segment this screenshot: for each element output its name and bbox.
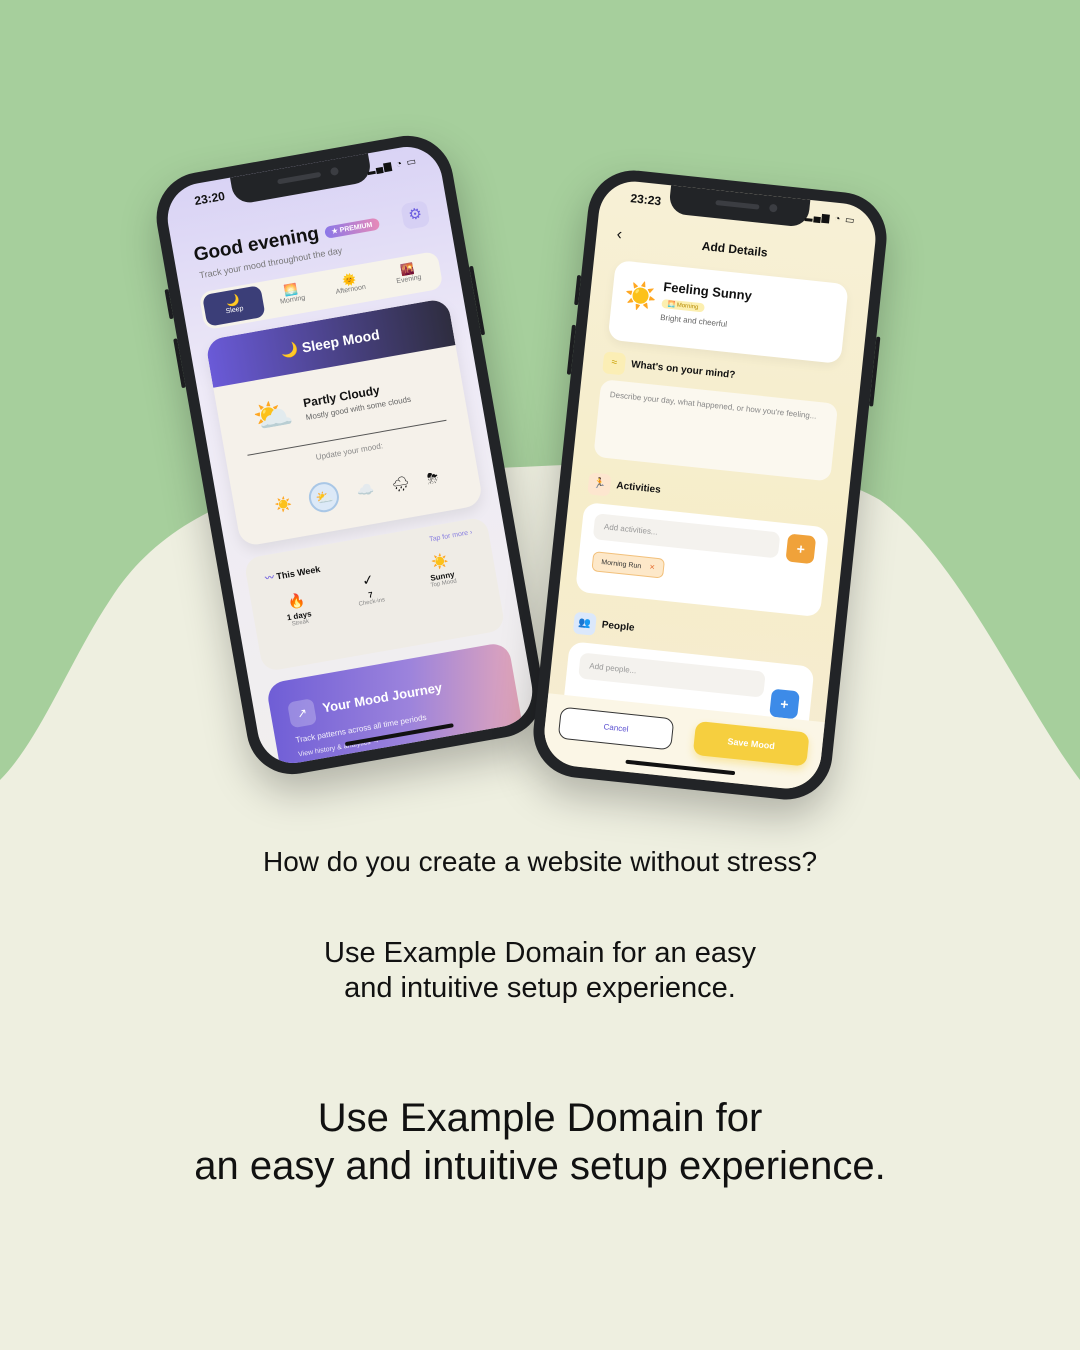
add-people-input[interactable]: Add people... <box>578 652 766 698</box>
trend-icon: ↗ <box>287 698 318 729</box>
remove-icon[interactable]: ✕ <box>649 564 656 572</box>
mind-section-title: What's on your mind? <box>630 359 736 382</box>
partly-cloudy-icon: ⛅ <box>250 393 296 436</box>
sunny-mood-icon[interactable]: ☀️ <box>273 494 293 514</box>
add-activity-button[interactable]: + <box>785 533 817 565</box>
notes-icon: ≈ <box>602 351 627 376</box>
save-mood-button[interactable]: Save Mood <box>692 720 810 767</box>
stat-top-mood: ☀️ Sunny Top Mood <box>404 547 479 593</box>
add-activities-input[interactable]: Add activities... <box>592 513 781 559</box>
partly-cloudy-mood-icon[interactable]: ⛅ <box>307 479 342 515</box>
stormy-mood-icon[interactable]: ⛈ <box>426 469 440 488</box>
activities-card: Add activities... + Morning Run ✕ <box>575 501 830 618</box>
stat-checkins: ✓ 7 Check-ins <box>332 566 407 612</box>
phone-add-details: 23:23 ▂▄▆ ◔ ▭ ‹ Add Details ☀️ Feeling S… <box>528 165 892 805</box>
sun-icon: ☀️ <box>622 279 659 313</box>
journey-title: Your Mood Journey <box>321 679 444 716</box>
people-icon: 👥 <box>572 611 597 636</box>
status-time: 23:23 <box>629 191 662 209</box>
tab-afternoon[interactable]: 🌞 Afternoon <box>318 265 382 307</box>
people-section-title: People <box>601 619 635 634</box>
add-details-screen: 23:23 ▂▄▆ ◔ ▭ ‹ Add Details ☀️ Feeling S… <box>541 178 879 792</box>
tap-for-more-link[interactable]: Tap for more › <box>429 529 473 543</box>
mind-textarea[interactable]: Describe your day, what happened, or how… <box>593 379 839 482</box>
cancel-button[interactable]: Cancel <box>557 706 675 751</box>
feeling-subtitle: Bright and cheerful <box>659 312 728 329</box>
this-week-title: 〰 This Week <box>264 563 322 584</box>
status-icons: ▂▄▆ ◔ ▭ <box>366 155 418 176</box>
status-icons: ▂▄▆ ◔ ▭ <box>804 210 856 227</box>
settings-gear-icon[interactable]: ⚙ <box>400 199 431 231</box>
stat-streak: 🔥 1 days Streak <box>261 587 336 633</box>
status-time: 23:20 <box>193 188 227 209</box>
time-tag: 🌅 Morning <box>661 298 705 313</box>
medium-tagline: Use Example Domain for an easy and intui… <box>324 937 756 1004</box>
rainy-mood-icon[interactable]: 🌧 <box>390 474 410 494</box>
running-icon: 🏃 <box>587 472 612 497</box>
activities-section-title: Activities <box>615 480 662 496</box>
big-tagline: Use Example Domain for an easy and intui… <box>194 1096 886 1188</box>
premium-badge: ★ PREMIUM <box>323 217 381 239</box>
tab-morning[interactable]: 🌅 Morning <box>260 275 324 317</box>
cloudy-mood-icon[interactable]: ☁️ <box>355 480 375 500</box>
tab-evening[interactable]: 🌇 Evening <box>376 254 440 296</box>
feeling-card: ☀️ Feeling Sunny 🌅 Morning Bright and ch… <box>607 259 849 364</box>
sleep-mood-card: 🌙 Sleep Mood ⛅ Partly Cloudy Mostly good… <box>204 297 484 548</box>
question-text: How do you create a website without stre… <box>262 846 818 877</box>
add-person-button[interactable]: + <box>769 688 800 720</box>
mood-picker: ☀️ ⛅ ☁️ 🌧 ⛈ <box>272 462 441 520</box>
tab-sleep[interactable]: 🌙 Sleep <box>202 285 266 327</box>
activity-chip[interactable]: Morning Run ✕ <box>591 551 666 579</box>
